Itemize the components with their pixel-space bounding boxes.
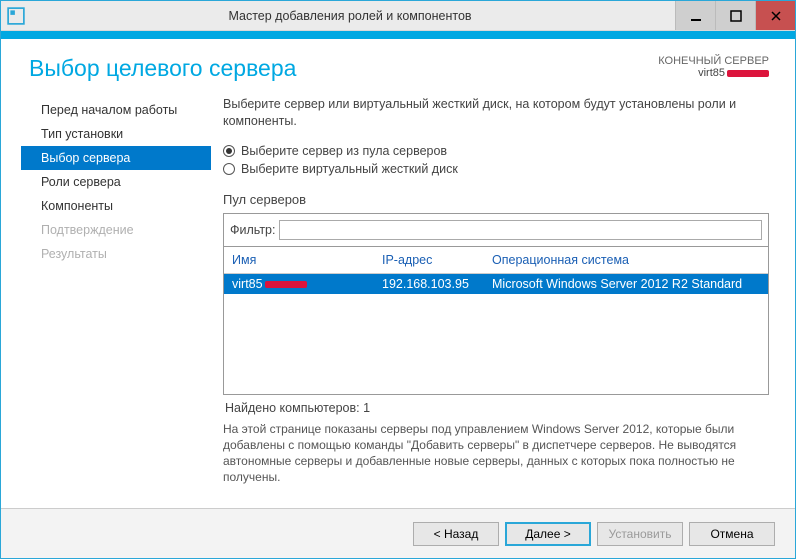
badge-server-name: virt85 (698, 67, 725, 79)
redacted-text (265, 281, 307, 288)
badge-label: КОНЕЧНЫЙ СЕРВЕР (658, 55, 769, 67)
back-button[interactable]: < Назад (413, 522, 499, 546)
page-title: Выбор целевого сервера (29, 55, 296, 82)
radio-label: Выберите сервер из пула серверов (241, 144, 447, 158)
radio-icon (223, 145, 235, 157)
radio-select-from-pool[interactable]: Выберите сервер из пула серверов (223, 144, 769, 158)
radio-select-vhd[interactable]: Выберите виртуальный жесткий диск (223, 162, 769, 176)
minimize-button[interactable] (675, 1, 715, 30)
server-table: Имя IP-адрес Операционная система virt85… (223, 247, 769, 395)
step-results: Результаты (21, 242, 211, 266)
wizard-window: Мастер добавления ролей и компонентов Вы… (0, 0, 796, 559)
cell-os: Microsoft Windows Server 2012 R2 Standar… (492, 277, 760, 291)
table-row[interactable]: virt85 192.168.103.95 Microsoft Windows … (224, 274, 768, 294)
server-pool-label: Пул серверов (223, 192, 769, 207)
step-features[interactable]: Компоненты (21, 194, 211, 218)
step-server-roles[interactable]: Роли сервера (21, 170, 211, 194)
window-title: Мастер добавления ролей и компонентов (25, 9, 675, 23)
window-controls (675, 1, 795, 30)
filter-input[interactable] (279, 220, 762, 240)
step-server-selection[interactable]: Выбор сервера (21, 146, 211, 170)
main-panel: Выберите сервер или виртуальный жесткий … (211, 96, 775, 508)
filter-box: Фильтр: (223, 213, 769, 247)
table-header: Имя IP-адрес Операционная система (224, 247, 768, 274)
instruction-text: Выберите сервер или виртуальный жесткий … (223, 96, 769, 130)
step-installation-type[interactable]: Тип установки (21, 122, 211, 146)
col-name[interactable]: Имя (232, 253, 382, 267)
next-button[interactable]: Далее > (505, 522, 591, 546)
title-bar: Мастер добавления ролей и компонентов (1, 1, 795, 31)
footnote-text: На этой странице показаны серверы под уп… (223, 421, 769, 486)
step-confirmation: Подтверждение (21, 218, 211, 242)
destination-server-badge: КОНЕЧНЫЙ СЕРВЕР virt85 (658, 55, 769, 79)
install-button: Установить (597, 522, 683, 546)
wizard-footer: < Назад Далее > Установить Отмена (1, 508, 795, 558)
step-before-you-begin[interactable]: Перед началом работы (21, 98, 211, 122)
radio-icon (223, 163, 235, 175)
maximize-button[interactable] (715, 1, 755, 30)
cell-ip: 192.168.103.95 (382, 277, 492, 291)
cancel-button[interactable]: Отмена (689, 522, 775, 546)
cell-name: virt85 (232, 277, 263, 291)
redacted-text (727, 70, 769, 77)
accent-strip (1, 31, 795, 39)
app-icon (7, 7, 25, 25)
close-button[interactable] (755, 1, 795, 30)
radio-label: Выберите виртуальный жесткий диск (241, 162, 458, 176)
col-os[interactable]: Операционная система (492, 253, 760, 267)
computers-found-text: Найдено компьютеров: 1 (225, 401, 769, 415)
filter-label: Фильтр: (230, 223, 275, 237)
col-ip[interactable]: IP-адрес (382, 253, 492, 267)
table-body[interactable]: virt85 192.168.103.95 Microsoft Windows … (224, 274, 768, 394)
wizard-steps-sidebar: Перед началом работы Тип установки Выбор… (21, 96, 211, 508)
